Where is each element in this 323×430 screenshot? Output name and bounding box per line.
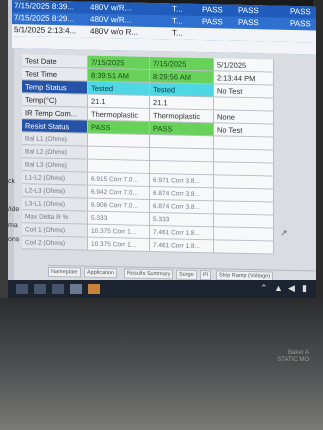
history-col3: T...	[172, 4, 183, 14]
table-cell[interactable]: 8:29:56 AM	[150, 69, 214, 85]
network-icon[interactable]: ▲	[274, 283, 283, 293]
table-cell[interactable]: Thermoplastic	[88, 107, 150, 122]
table-cell[interactable]: 8:39:51 AM	[88, 68, 150, 83]
table-cell[interactable]: 7/15/2025	[150, 56, 214, 72]
start-icon[interactable]	[16, 284, 28, 294]
table-cell[interactable]	[214, 175, 274, 190]
table-cell[interactable]: 6.874 Corr 3.8...	[150, 186, 214, 202]
table-cell[interactable]: 6.915 Corr 7.0...	[88, 172, 150, 187]
table-cell[interactable]	[88, 146, 150, 161]
test-history-list: 7/15/2025 8:39... 480V w/R... T... PASS …	[12, 0, 316, 55]
table-cell[interactable]	[214, 227, 274, 242]
table-cell[interactable]	[214, 240, 274, 255]
history-status: PASS	[238, 5, 259, 16]
history-datetime: 7/15/2025 8:39...	[14, 1, 75, 12]
tab-results-summary[interactable]: Results Summary	[124, 268, 174, 280]
task-view-icon[interactable]	[34, 284, 46, 294]
table-cell[interactable]	[214, 136, 274, 151]
table-cell[interactable]: None	[214, 110, 274, 125]
table-cell[interactable]: Tested	[88, 81, 150, 96]
table-cell[interactable]: 21.1	[150, 95, 214, 111]
tab-nameplate[interactable]: Nameplate	[48, 266, 81, 278]
app-active-icon[interactable]	[88, 284, 100, 294]
history-status: PASS	[238, 17, 259, 28]
table-cell[interactable]	[214, 149, 274, 164]
tray-arrow-icon[interactable]: ⌃	[260, 283, 268, 294]
table-cell[interactable]: Tested	[150, 82, 214, 98]
table-cell[interactable]	[150, 147, 214, 163]
history-datetime: 7/15/2025 8:29...	[14, 13, 75, 24]
mouse-cursor-icon: ↗	[280, 227, 288, 238]
history-status: PASS	[202, 5, 223, 15]
tab-surge[interactable]: Surge	[176, 269, 197, 280]
results-table: Test Date 7/15/2025 7/15/2025 5/1/2025 T…	[22, 54, 316, 255]
table-cell[interactable]: 10.375 Corr 1...	[88, 224, 150, 239]
table-cell[interactable]: No Test	[214, 84, 274, 99]
app-icon[interactable]	[70, 284, 82, 294]
table-cell[interactable]	[88, 133, 150, 148]
table-cell[interactable]	[214, 214, 274, 229]
history-datetime: 5/1/2025 2:13:4...	[14, 25, 77, 36]
history-model: 480V w/o R...	[90, 26, 139, 37]
table-cell[interactable]: Thermoplastic	[150, 108, 214, 124]
history-col3: T...	[172, 16, 183, 26]
history-status: PASS	[202, 17, 223, 27]
table-cell[interactable]: 5/1/2025	[214, 58, 274, 73]
battery-icon[interactable]: ▮	[302, 283, 307, 294]
table-cell[interactable]: 10.375 Corr 1...	[88, 237, 150, 252]
table-cell[interactable]	[88, 159, 150, 174]
history-model: 480V w/R...	[90, 2, 132, 13]
left-label: ons	[8, 236, 20, 244]
row-label: Coil 2 (Ohms)	[22, 236, 88, 251]
bottom-tab-bar: Nameplate Application Results Summary Su…	[48, 264, 316, 282]
left-label: ck	[8, 178, 15, 186]
equipment-label: Baker A STATIC MO	[249, 350, 309, 370]
left-label: /ide	[8, 206, 20, 214]
table-cell[interactable]: PASS	[88, 120, 150, 135]
table-cell[interactable]: 7/15/2025	[88, 55, 150, 70]
table-cell[interactable]	[150, 160, 214, 176]
table-cell[interactable]: 5.333	[88, 211, 150, 226]
tab-application[interactable]: Application	[84, 267, 117, 279]
file-explorer-icon[interactable]	[52, 284, 64, 294]
table-cell[interactable]: 5.333	[150, 212, 214, 228]
table-cell[interactable]: 7.461 Corr 1.8...	[150, 238, 214, 254]
table-cell[interactable]	[214, 188, 274, 203]
tab-pi[interactable]: PI	[200, 270, 212, 281]
left-label: ma	[8, 222, 18, 230]
windows-taskbar: ⌃ ▲ ◀ ▮	[8, 280, 316, 298]
table-cell[interactable]: 21.1	[88, 94, 150, 109]
table-cell[interactable]: 6.971 Corr 3.8...	[150, 173, 214, 189]
table-cell[interactable]: No Test	[214, 123, 274, 138]
monitor-screen: ck /ide ma ons 7/15/2025 8:39... 480V w/…	[8, 0, 316, 297]
history-model: 480V w/R...	[90, 14, 132, 25]
history-col3: T...	[172, 28, 183, 38]
table-cell[interactable]: PASS	[150, 121, 214, 137]
table-cell[interactable]	[214, 97, 274, 112]
table-cell[interactable]: 7.461 Corr 1.8...	[150, 225, 214, 241]
history-status: PASS	[290, 18, 311, 29]
table-cell[interactable]: 6.906 Corr 7.0...	[88, 198, 150, 213]
table-cell[interactable]	[214, 162, 274, 177]
table-cell[interactable]	[214, 201, 274, 216]
equipment-label-line: STATIC MO	[277, 357, 309, 363]
table-cell[interactable]: 6.942 Corr 7.0...	[88, 185, 150, 200]
equipment-label-line: Baker A	[287, 350, 309, 356]
table-cell[interactable]: 6.874 Corr 3.8...	[150, 199, 214, 215]
table-cell[interactable]: 2:13:44 PM	[214, 71, 274, 86]
history-status: PASS	[290, 6, 311, 17]
table-cell[interactable]	[150, 134, 214, 150]
volume-icon[interactable]: ◀	[288, 283, 295, 294]
